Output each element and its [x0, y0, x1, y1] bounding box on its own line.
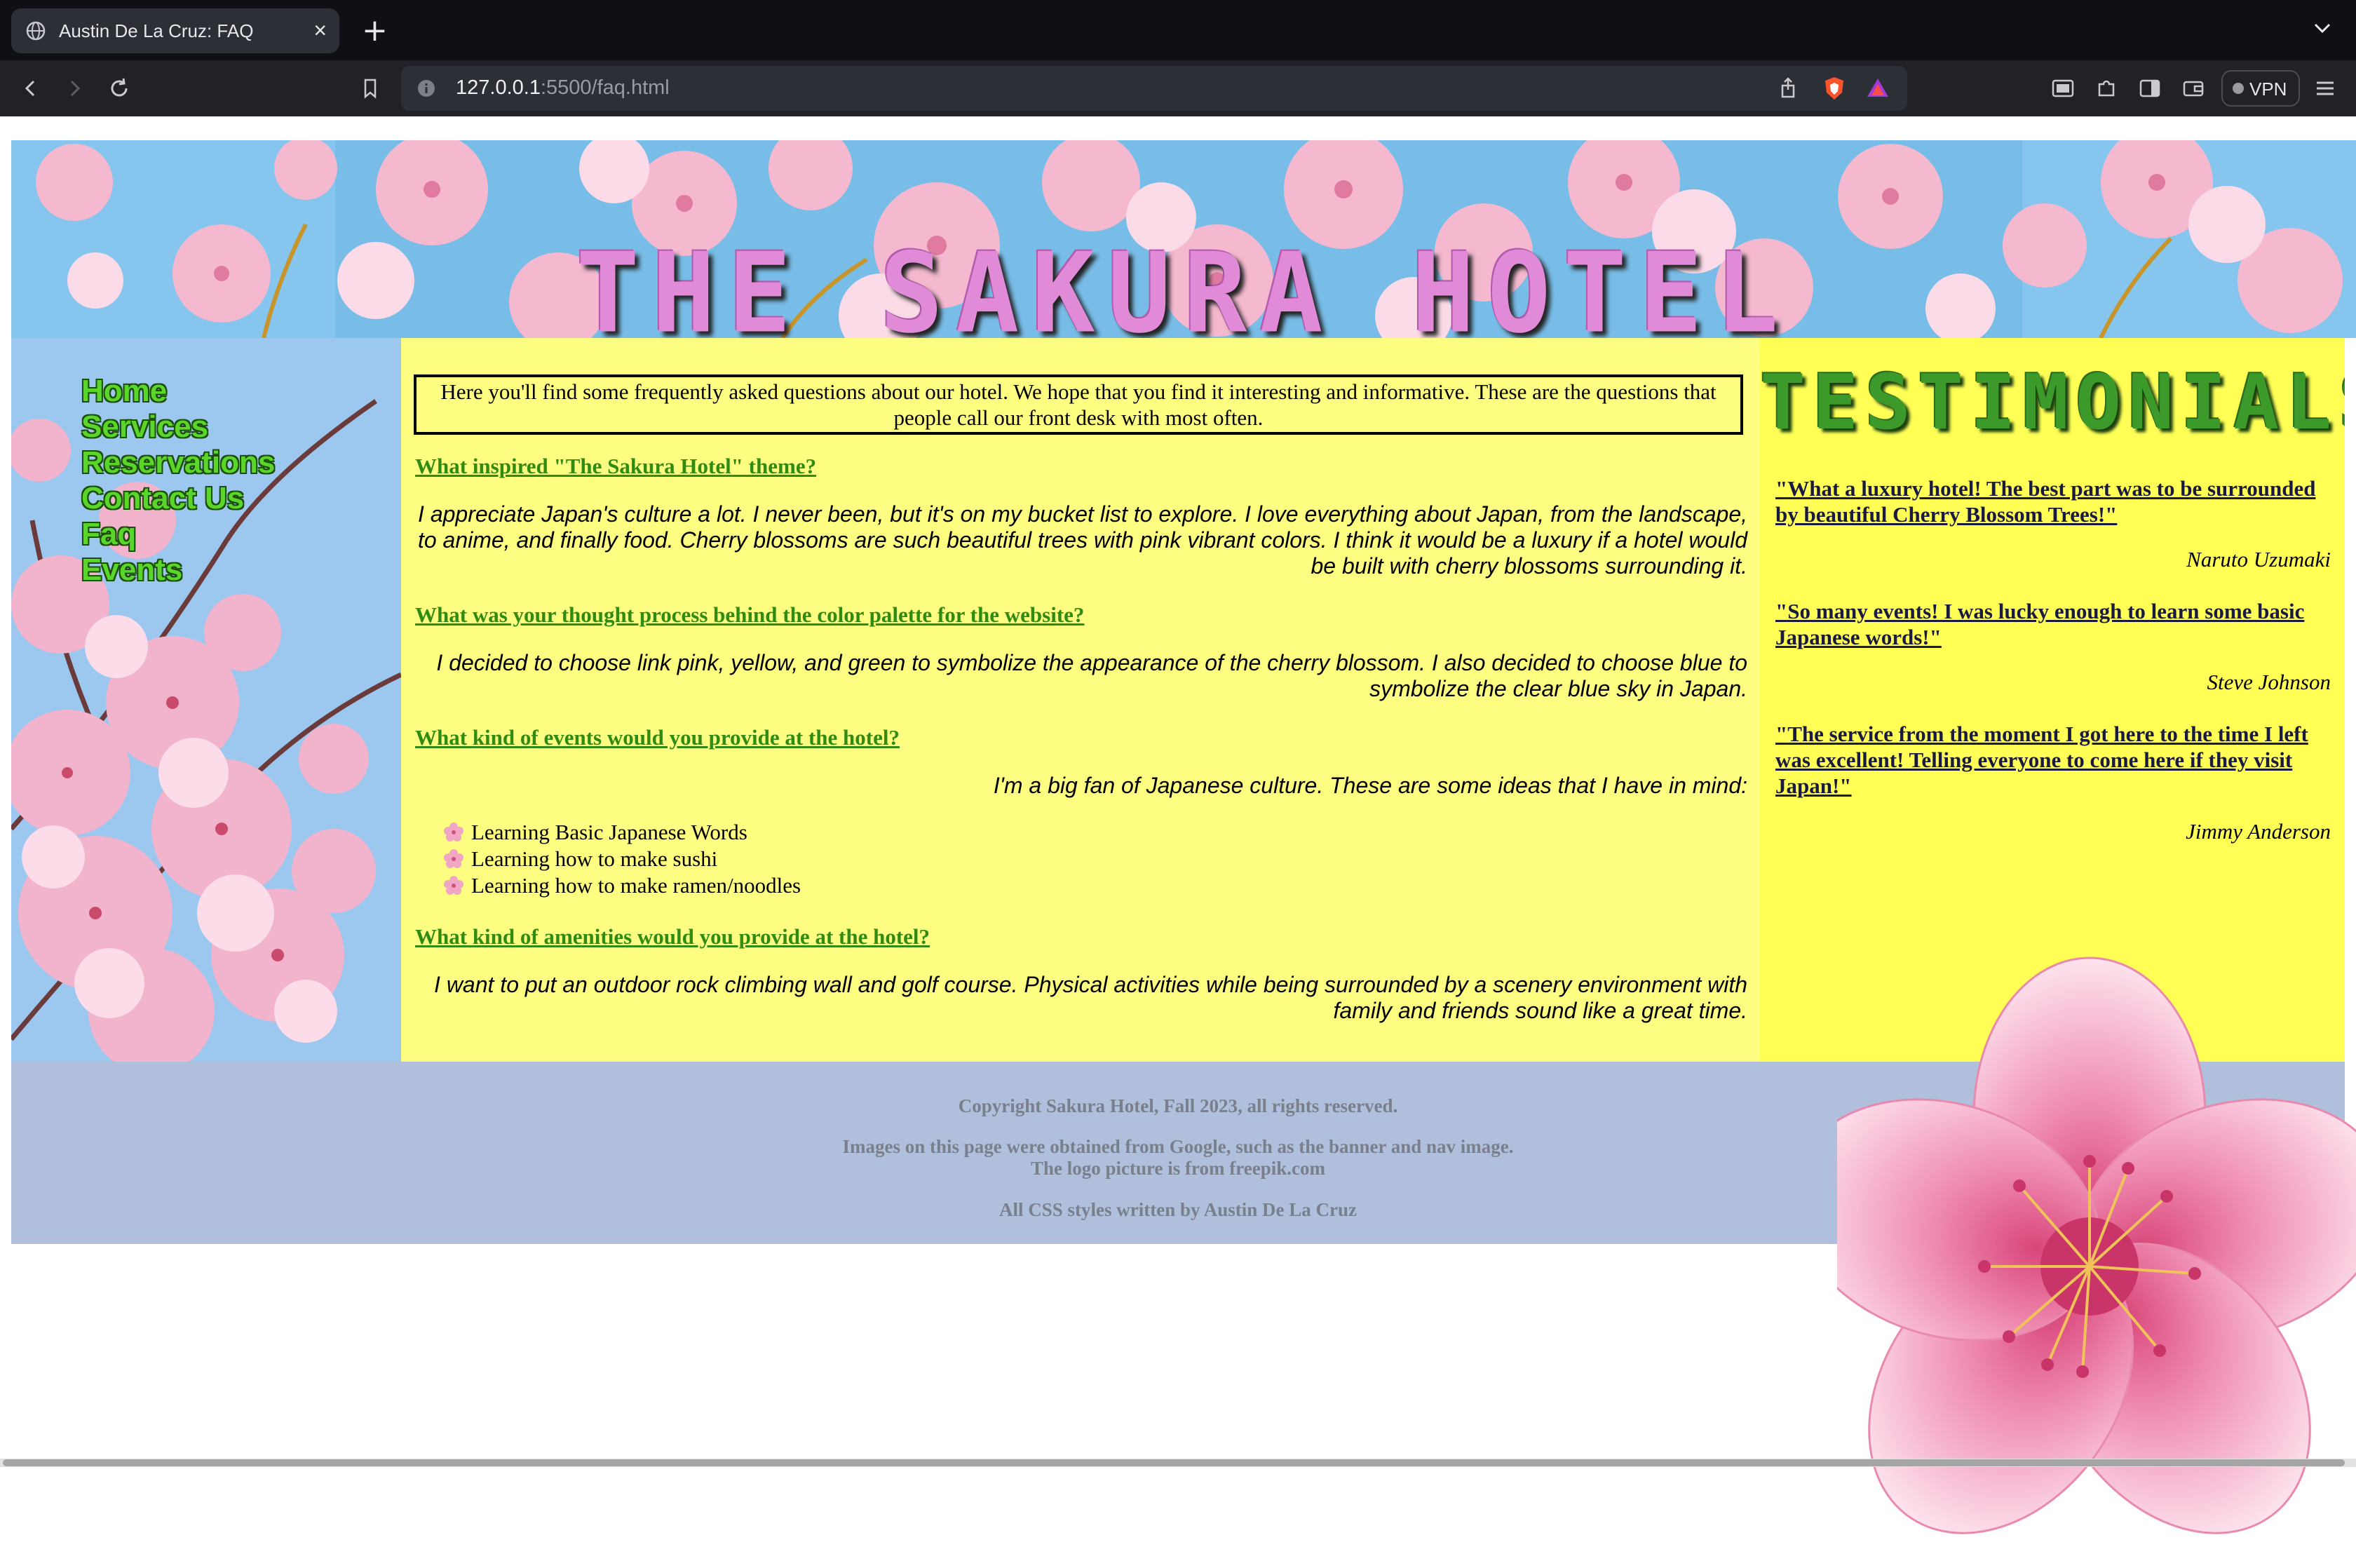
wallet-icon[interactable] — [2179, 74, 2207, 102]
vpn-label: VPN — [2249, 79, 2287, 100]
faq-question[interactable]: What inspired "The Sakura Hotel" theme? — [415, 454, 1747, 479]
testimonial-quote[interactable]: "So many events! I was lucky enough to l… — [1775, 598, 2329, 650]
nav-link-services[interactable]: Services — [81, 409, 275, 445]
reload-icon[interactable] — [105, 74, 133, 102]
vpn-status-icon — [2233, 83, 2244, 94]
list-item-text: Learning Basic Japanese Words — [471, 820, 747, 844]
nav-link-home[interactable]: Home — [81, 373, 275, 409]
faq-main-content: Here you'll find some frequently asked q… — [401, 338, 1760, 1062]
faq-question[interactable]: What kind of amenities would you provide… — [415, 924, 1747, 949]
url-text: 127.0.0.1:5500/faq.html — [456, 76, 670, 100]
nav-link-faq[interactable]: Faq — [81, 516, 275, 552]
list-item: Learning how to make ramen/noodles — [443, 872, 801, 899]
nav-link-contact-us[interactable]: Contact Us — [81, 480, 275, 516]
site-info-icon[interactable] — [417, 79, 436, 98]
address-bar[interactable]: 127.0.0.1:5500/faq.html — [401, 66, 1907, 111]
sakura-bullet-icon — [444, 849, 463, 868]
browser-tab[interactable]: Austin De La Cruz: FAQ × — [11, 8, 339, 53]
faq-answer: I decided to choose link pink, yellow, a… — [436, 650, 1747, 701]
browser-tab-bar: Austin De La Cruz: FAQ × + — [0, 0, 2356, 60]
list-item: Learning Basic Japanese Words — [443, 819, 801, 846]
sakura-bullet-icon — [444, 876, 463, 895]
reader-mode-icon[interactable] — [2049, 74, 2077, 102]
back-icon[interactable] — [17, 74, 45, 102]
url-host: 127.0.0.1 — [456, 76, 541, 99]
forward-icon[interactable] — [60, 74, 88, 102]
bookmark-icon[interactable] — [356, 74, 384, 102]
globe-icon — [26, 21, 46, 41]
url-path: :5500/faq.html — [540, 76, 670, 99]
list-item: Learning how to make sushi — [443, 846, 801, 872]
nav-link-events[interactable]: Events — [81, 552, 275, 588]
tab-title: Austin De La Cruz: FAQ — [59, 20, 254, 41]
faq-question[interactable]: What was your thought process behind the… — [415, 602, 1747, 628]
sidebar-icon[interactable] — [2136, 74, 2164, 102]
list-item-text: Learning how to make sushi — [471, 846, 718, 871]
scrollbar-thumb[interactable] — [3, 1459, 2345, 1466]
close-tab-icon[interactable]: × — [313, 18, 327, 43]
testimonial-author: Steve Johnson — [2207, 670, 2331, 694]
web-page: THE SAKURA HOTEL Home Services Reservati… — [0, 116, 2356, 1534]
sakura-bullet-icon — [444, 823, 463, 842]
chevron-down-icon[interactable] — [2310, 15, 2335, 41]
event-ideas-list: Learning Basic Japanese Words Learning h… — [443, 819, 801, 899]
faq-question[interactable]: What kind of events would you provide at… — [415, 725, 1747, 750]
testimonials-heading: TESTIMONIALS — [1760, 359, 2345, 447]
banner: THE SAKURA HOTEL — [11, 128, 2356, 358]
testimonial-quote[interactable]: "What a luxury hotel! The best part was … — [1775, 475, 2329, 527]
extensions-icon[interactable] — [2092, 74, 2120, 102]
new-tab-icon[interactable]: + — [362, 13, 388, 48]
vpn-button[interactable]: VPN — [2221, 70, 2300, 107]
side-navigation: Home Services Reservations Contact Us Fa… — [11, 338, 401, 1062]
hamburger-menu-icon[interactable] — [2311, 74, 2339, 102]
faq-answer: I want to put an outdoor rock climbing w… — [434, 972, 1747, 1023]
list-item-text: Learning how to make ramen/noodles — [471, 873, 801, 898]
brave-shields-icon[interactable] — [1820, 74, 1848, 102]
faq-intro: Here you'll find some frequently asked q… — [414, 374, 1743, 435]
testimonial-author: Naruto Uzumaki — [2186, 547, 2331, 572]
cherry-blossom-flower-image — [1837, 957, 2356, 1534]
nav-link-reservations[interactable]: Reservations — [81, 445, 275, 480]
brave-rewards-icon[interactable] — [1864, 74, 1892, 102]
horizontal-scrollbar[interactable] — [0, 1459, 2356, 1467]
nav-links: Home Services Reservations Contact Us Fa… — [81, 373, 275, 588]
testimonial-quote[interactable]: "The service from the moment I got here … — [1775, 721, 2329, 799]
faq-answer: I'm a big fan of Japanese culture. These… — [993, 773, 1747, 798]
share-icon[interactable] — [1774, 74, 1802, 102]
browser-toolbar: 127.0.0.1:5500/faq.html VPN — [0, 60, 2356, 117]
testimonial-author: Jimmy Anderson — [2186, 819, 2331, 844]
faq-answer: I appreciate Japan's culture a lot. I ne… — [417, 501, 1747, 579]
